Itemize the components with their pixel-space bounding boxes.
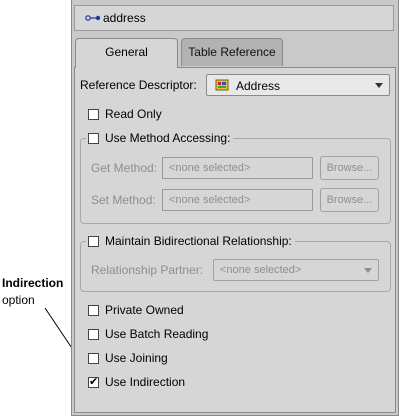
relationship-partner-select[interactable]: <none selected>	[213, 259, 379, 281]
get-method-label: Get Method:	[91, 161, 158, 175]
joining-checkbox-row[interactable]: Use Joining	[88, 351, 168, 365]
read-only-checkbox-row[interactable]: Read Only	[88, 107, 162, 121]
get-method-browse-button[interactable]: Browse...	[320, 156, 379, 180]
batch-reading-checkbox[interactable]	[88, 328, 99, 340]
method-accessing-label: Use Method Accessing:	[105, 131, 231, 145]
read-only-label: Read Only	[105, 107, 162, 121]
relationship-partner-value: <none selected>	[220, 264, 302, 276]
get-method-field[interactable]: <none selected>	[162, 157, 313, 179]
tab-general[interactable]: General	[75, 38, 178, 68]
bidirectional-label: Maintain Bidirectional Relationship:	[105, 234, 292, 248]
private-owned-checkbox[interactable]	[88, 304, 99, 316]
batch-reading-label: Use Batch Reading	[105, 327, 209, 341]
joining-checkbox[interactable]	[88, 352, 99, 364]
mapping-title-bar: address	[74, 5, 394, 31]
indirection-checkbox[interactable]: ✔	[88, 376, 99, 388]
reference-descriptor-select[interactable]: Address	[206, 74, 390, 96]
indirection-checkbox-row[interactable]: ✔ Use Indirection	[88, 375, 185, 389]
method-accessing-checkbox[interactable]	[88, 132, 99, 144]
read-only-checkbox[interactable]	[88, 108, 99, 120]
mapping-title: address	[103, 11, 146, 25]
indirection-label: Use Indirection	[105, 375, 186, 389]
method-accessing-checkbox-row[interactable]: Use Method Accessing:	[86, 131, 234, 145]
bidirectional-checkbox-row[interactable]: Maintain Bidirectional Relationship:	[86, 234, 295, 248]
mapping-icon	[85, 11, 101, 26]
chevron-down-icon	[364, 268, 372, 273]
relationship-partner-label: Relationship Partner:	[91, 263, 204, 277]
descriptor-icon	[215, 78, 231, 95]
private-owned-checkbox-row[interactable]: Private Owned	[88, 303, 184, 317]
batch-reading-checkbox-row[interactable]: Use Batch Reading	[88, 327, 208, 341]
set-method-label: Set Method:	[91, 193, 156, 207]
set-method-browse-button[interactable]: Browse...	[320, 188, 379, 212]
reference-descriptor-value: Address	[236, 79, 281, 93]
bidirectional-checkbox[interactable]	[88, 235, 99, 247]
chevron-down-icon	[375, 83, 383, 88]
private-owned-label: Private Owned	[105, 303, 184, 317]
joining-label: Use Joining	[105, 351, 168, 365]
reference-descriptor-label: Reference Descriptor:	[80, 78, 197, 92]
set-method-field[interactable]: <none selected>	[162, 189, 313, 211]
tab-table-reference[interactable]: Table Reference	[181, 38, 283, 66]
